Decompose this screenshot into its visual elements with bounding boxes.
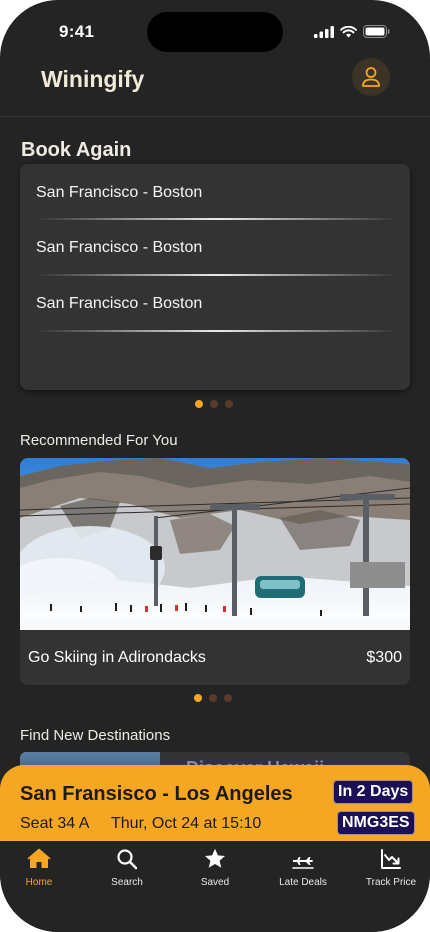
status-icons	[314, 25, 390, 38]
wifi-icon	[340, 25, 357, 37]
user-icon	[362, 67, 380, 87]
battery-icon	[363, 25, 390, 38]
chart-down-icon	[381, 849, 401, 869]
trip-countdown-badge: In 2 Days	[333, 780, 414, 804]
app-title: Winingify	[41, 66, 145, 92]
search-icon	[117, 849, 138, 870]
tab-home[interactable]: Home	[0, 847, 82, 888]
pager-dot[interactable]	[224, 694, 232, 702]
recommended-title: Recommended For You	[20, 432, 178, 449]
pager-dot[interactable]	[225, 400, 233, 408]
booking-code-badge: NMG3ES	[337, 811, 415, 835]
route-divider	[36, 218, 398, 220]
tab-late-deals[interactable]: Late Deals	[260, 847, 346, 888]
trip-route: San Fransisco - Los Angeles	[20, 783, 293, 805]
tab-label: Home	[25, 877, 53, 888]
status-bar: 9:41	[0, 0, 430, 60]
status-time: 9:41	[59, 22, 95, 41]
pager-dot[interactable]	[210, 400, 218, 408]
find-destinations-title: Find New Destinations	[20, 727, 171, 744]
tab-label: Late Deals	[279, 877, 327, 888]
header-divider	[0, 116, 430, 117]
tab-track-price[interactable]: Track Price	[348, 847, 430, 888]
trip-datetime: Thur, Oct 24 at 15:10	[111, 815, 262, 832]
tab-label: Track Price	[365, 877, 417, 888]
recommended-price: $300	[366, 649, 402, 666]
tab-bar: Home Search Saved Late Deals Track Price	[0, 841, 430, 932]
tab-saved[interactable]: Saved	[172, 847, 258, 888]
profile-button[interactable]	[352, 58, 390, 96]
plane-icon	[292, 857, 314, 869]
dynamic-island	[147, 12, 283, 52]
book-again-route[interactable]: San Francisco - Boston	[36, 295, 202, 313]
recommended-card[interactable]: Go Skiing in Adirondacks $300	[20, 458, 410, 685]
signal-icon	[314, 25, 334, 38]
route-divider	[36, 330, 398, 332]
book-again-pager[interactable]	[195, 400, 233, 408]
pager-dot[interactable]	[209, 694, 217, 702]
book-again-route[interactable]: San Francisco - Boston	[36, 239, 202, 257]
recommended-pager[interactable]	[194, 694, 232, 702]
recommended-name: Go Skiing in Adirondacks	[28, 649, 206, 666]
route-divider	[36, 274, 398, 276]
upcoming-trip-banner[interactable]: San Fransisco - Los Angeles In 2 Days Se…	[0, 765, 430, 845]
book-again-route[interactable]: San Francisco - Boston	[36, 184, 202, 202]
tab-label: Search	[111, 877, 143, 888]
trip-seat: Seat 34 A	[20, 815, 90, 832]
star-icon	[205, 848, 225, 868]
pager-dot-active[interactable]	[194, 694, 202, 702]
pager-dot-active[interactable]	[195, 400, 203, 408]
phone-screen: 9:41 Winingify Book Again San Francisco …	[0, 0, 430, 932]
book-again-card: San Francisco - Boston San Francisco - B…	[20, 164, 410, 390]
app-header: Winingify	[0, 52, 430, 108]
skiing-photo	[20, 458, 410, 630]
home-icon	[27, 848, 51, 868]
tab-label: Saved	[200, 877, 230, 888]
tab-search[interactable]: Search	[84, 847, 170, 888]
book-again-title: Book Again	[21, 139, 132, 161]
